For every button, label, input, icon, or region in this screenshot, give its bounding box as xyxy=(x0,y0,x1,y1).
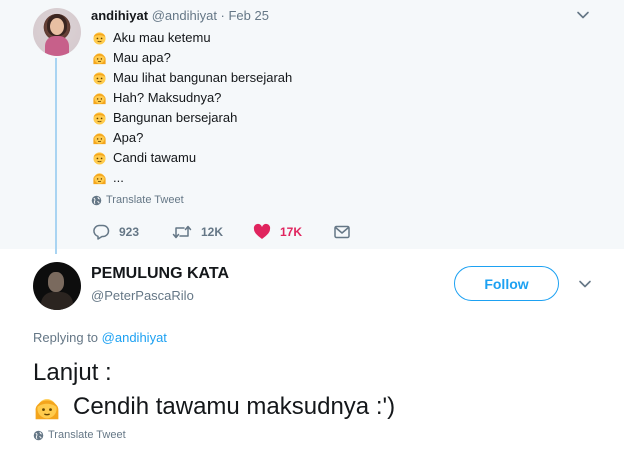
reply-text-line-1: Lanjut : xyxy=(33,359,112,386)
chevron-down-icon[interactable] xyxy=(576,10,590,20)
tweet-line-text: Hah? Maksudnya? xyxy=(113,89,222,105)
tweet-line: Bangunan bersejarah xyxy=(92,107,292,127)
chevron-down-icon[interactable] xyxy=(578,279,592,289)
message-icon xyxy=(334,225,350,239)
tweet-author-header[interactable]: andihiyat @andihiyat · Feb 25 xyxy=(91,8,269,23)
woman-emoji-icon xyxy=(33,393,61,421)
translate-label[interactable]: Translate Tweet xyxy=(48,429,126,441)
man-emoji-icon xyxy=(92,70,107,85)
like-count: 17K xyxy=(280,225,303,239)
tweet-line: Mau lihat bangunan bersejarah xyxy=(92,67,292,87)
reply-author-name[interactable]: PEMULUNG KATA xyxy=(91,265,229,283)
heart-icon xyxy=(253,223,271,239)
man-emoji-icon xyxy=(92,150,107,165)
avatar[interactable] xyxy=(33,262,81,310)
tweet-line-text: Apa? xyxy=(113,129,144,145)
tweet-line: Aku mau ketemu xyxy=(92,27,292,47)
translate-label[interactable]: Translate Tweet xyxy=(106,194,184,206)
woman-emoji-icon xyxy=(92,130,107,145)
replying-prefix: Replying to xyxy=(33,330,99,345)
thread-line xyxy=(55,58,57,254)
reply-icon xyxy=(93,224,110,240)
globe-icon xyxy=(91,195,102,206)
replying-to: Replying to @andihiyat xyxy=(33,330,167,345)
tweet-line-text: Mau lihat bangunan bersejarah xyxy=(113,69,293,85)
retweet-count: 12K xyxy=(201,225,224,239)
author-display-name[interactable]: andihiyat xyxy=(91,8,148,23)
like-action[interactable]: 17K xyxy=(253,222,302,242)
reply-text-line-2-text: Cendih tawamu maksudnya :') xyxy=(73,393,396,420)
reply-author-handle[interactable]: @PeterPascaRilo xyxy=(91,288,194,303)
reply-count: 923 xyxy=(119,225,140,239)
woman-emoji-icon xyxy=(92,90,107,105)
man-emoji-icon xyxy=(92,110,107,125)
tweet-line: ... xyxy=(92,167,292,187)
tweet-line-text: Candi tawamu xyxy=(113,149,197,165)
retweet-action[interactable]: 12K xyxy=(172,222,223,242)
woman-emoji-icon xyxy=(92,170,107,185)
tweet-line: Candi tawamu xyxy=(92,147,292,167)
tweet-line: Mau apa? xyxy=(92,47,292,67)
man-emoji-icon xyxy=(92,30,107,45)
tweet-line: Hah? Maksudnya? xyxy=(92,87,292,107)
woman-emoji-icon xyxy=(92,50,107,65)
tweet-line-text: Mau apa? xyxy=(113,49,171,65)
reply-text-line-2: Cendih tawamu maksudnya :') xyxy=(33,393,395,421)
follow-button[interactable]: Follow xyxy=(454,266,559,301)
author-handle-date[interactable]: @andihiyat · Feb 25 xyxy=(152,8,269,23)
tweet-line: Apa? xyxy=(92,127,292,147)
tweet-text: Aku mau ketemu Mau apa? Mau lihat bangunan… xyxy=(92,27,292,187)
retweet-icon xyxy=(172,225,192,239)
tweet-line-text: Bangunan bersejarah xyxy=(113,109,238,125)
tweet-line-text: Aku mau ketemu xyxy=(113,29,211,45)
translate-tweet-link[interactable]: Translate Tweet xyxy=(91,194,184,206)
replying-to-link[interactable]: @andihiyat xyxy=(102,330,167,345)
avatar[interactable] xyxy=(33,8,81,56)
reply-action[interactable]: 923 xyxy=(92,222,139,242)
translate-tweet-link[interactable]: Translate Tweet xyxy=(33,429,126,441)
globe-icon xyxy=(33,430,44,441)
message-action[interactable] xyxy=(333,222,360,242)
tweet-line-text: ... xyxy=(113,169,124,185)
